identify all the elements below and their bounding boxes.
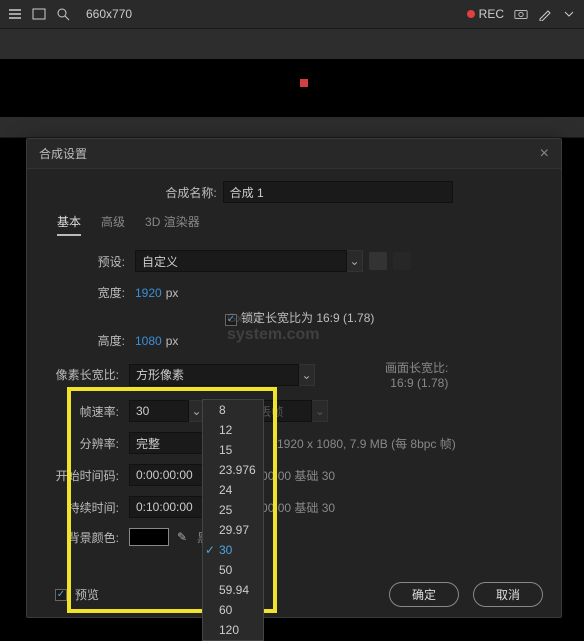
edit-icon[interactable] [538, 7, 552, 21]
search-input[interactable] [80, 3, 170, 25]
height-value[interactable]: 1080 [135, 334, 162, 348]
start-tc-label: 开始时间码: [49, 467, 119, 484]
fps-option[interactable]: 120 [203, 620, 263, 640]
px-unit: px [166, 286, 179, 300]
lock-ratio-label: 锁定长宽比为 16:9 (1.78) [241, 311, 374, 325]
save-preset-icon[interactable] [369, 252, 387, 270]
tab-advanced[interactable]: 高级 [101, 213, 125, 236]
width-value[interactable]: 1920 [135, 286, 162, 300]
dialog-title: 合成设置 [39, 145, 87, 162]
camera-icon[interactable] [514, 7, 528, 21]
duration-input[interactable] [129, 496, 205, 518]
fps-option[interactable]: 15 [203, 440, 263, 460]
tab-basic[interactable]: 基本 [57, 213, 81, 236]
chevron-down-icon[interactable]: ⌄ [347, 250, 363, 272]
tab-3d-renderer[interactable]: 3D 渲染器 [145, 213, 200, 236]
fps-option[interactable]: 24 [203, 480, 263, 500]
composition-settings-dialog: 合成设置 × 合成名称: 基本 高级 3D 渲染器 预设: ⌄ 宽度: 1920… [26, 138, 562, 618]
height-label: 高度: [77, 332, 125, 349]
fps-option[interactable]: 30 [203, 540, 263, 560]
fps-option[interactable]: 50 [203, 560, 263, 580]
chevron-down-icon[interactable] [562, 7, 576, 21]
ok-button[interactable]: 确定 [389, 582, 459, 607]
bg-color-well[interactable] [129, 528, 169, 546]
fps-option[interactable]: 59.94 [203, 580, 263, 600]
comp-name-label: 合成名称: [165, 184, 216, 201]
app-topbar: REC [0, 0, 584, 28]
width-label: 宽度: [77, 284, 125, 301]
px-unit: px [166, 334, 179, 348]
fps-option[interactable]: 29.97 [203, 520, 263, 540]
par-label: 像素长宽比: [49, 366, 119, 383]
eyedropper-icon[interactable]: ✎ [177, 530, 187, 544]
preset-select[interactable] [135, 250, 347, 272]
delete-preset-icon [393, 252, 411, 270]
resolution-label: 分辨率: [49, 435, 119, 452]
chevron-down-icon[interactable]: ⌄ [299, 364, 315, 386]
fps-option[interactable]: 23.976 [203, 460, 263, 480]
canvas-area [0, 28, 584, 138]
rec-label: REC [479, 7, 504, 21]
cancel-button[interactable]: 取消 [473, 582, 543, 607]
fps-option[interactable]: 60 [203, 600, 263, 620]
par-select[interactable] [129, 364, 299, 386]
stage [0, 59, 584, 117]
lock-ratio-checkbox[interactable] [225, 314, 237, 326]
frame-ratio-label: 画面长宽比: [385, 359, 448, 376]
preview-label: 预览 [75, 586, 99, 603]
frame-ratio-value: 16:9 (1.78) [385, 376, 448, 390]
fps-option[interactable]: 12 [203, 420, 263, 440]
resolution-info: 1920 x 1080, 7.9 MB (每 8bpc 帧) [277, 435, 456, 452]
preset-label: 预设: [77, 253, 125, 270]
comp-name-input[interactable] [223, 181, 453, 203]
fps-label: 帧速率: [49, 403, 119, 420]
fps-option[interactable]: 25 [203, 500, 263, 520]
fps-option[interactable]: 8 [203, 400, 263, 420]
panel-icon[interactable] [32, 7, 46, 21]
preview-checkbox[interactable] [55, 589, 67, 601]
menu-icon[interactable] [8, 7, 22, 21]
start-tc-input[interactable] [129, 464, 205, 486]
fps-dropdown[interactable]: 8121523.976242529.97305059.9460120 [202, 399, 264, 641]
search-icon[interactable] [56, 7, 70, 21]
tabs: 基本 高级 3D 渲染器 [57, 213, 539, 236]
close-icon[interactable]: × [540, 145, 549, 163]
bg-color-label: 背景颜色: [49, 529, 119, 546]
marker [300, 79, 308, 87]
record-indicator[interactable]: REC [467, 7, 504, 21]
fps-select[interactable] [129, 400, 189, 422]
duration-label: 持续时间: [49, 499, 119, 516]
chevron-down-icon: ⌄ [312, 400, 328, 422]
